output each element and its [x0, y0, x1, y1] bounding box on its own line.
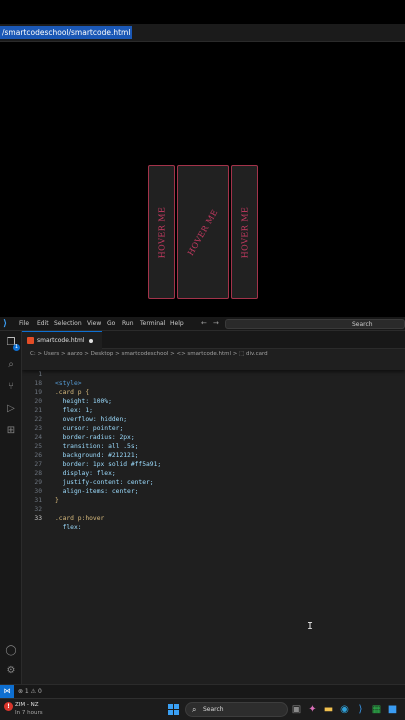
code-line-current[interactable]: 33 flex:: [22, 505, 405, 531]
forward-arrow-icon[interactable]: →: [213, 319, 219, 327]
menu-edit[interactable]: Edit: [37, 320, 49, 328]
code-line[interactable]: 28 justify-content: center;: [22, 460, 405, 486]
task-view-icon[interactable]: ▣: [290, 703, 303, 716]
vscode-taskbar-icon[interactable]: ⟩: [354, 703, 367, 716]
breadcrumb[interactable]: C: > Users > aarzo > Desktop > smartcode…: [22, 349, 405, 360]
code-line[interactable]: 20 flex: 1;: [22, 388, 405, 414]
card-label: HOVER ME: [240, 206, 250, 258]
code-line[interactable]: 21 overflow: hidden;: [22, 397, 405, 423]
vscode-window: ⟩ File Edit Selection View Go Run Termin…: [0, 317, 405, 698]
code-line[interactable]: 22 cursor: pointer;: [22, 406, 405, 432]
search-icon: ⌕: [192, 705, 197, 714]
code-line[interactable]: 30 }: [22, 478, 405, 504]
taskbar-search[interactable]: ⌕ Search: [185, 702, 288, 717]
code-line[interactable]: 1 <style>: [22, 361, 405, 387]
code-line[interactable]: 24 transition: all .5s;: [22, 424, 405, 450]
activity-bar: ❐ 1 ⌕ ⑂ ▷ ⊞ ◯ ⚙: [0, 331, 22, 684]
problems-count[interactable]: ⊗ 1 ⚠ 0: [18, 687, 42, 696]
code-line[interactable]: 25 background: #212121;: [22, 433, 405, 459]
code-line[interactable]: 32 .card p:hover: [22, 496, 405, 522]
taskbar-search-label: Search: [203, 706, 224, 713]
menu-help[interactable]: Help: [170, 320, 184, 328]
card-label: HOVER ME: [157, 206, 167, 258]
menu-selection[interactable]: Selection: [54, 320, 82, 328]
menu-go[interactable]: Go: [107, 320, 115, 328]
weather-title[interactable]: ZIM - NZ: [15, 701, 39, 709]
app-icon[interactable]: ■: [386, 703, 399, 716]
search-icon[interactable]: ⌕: [5, 359, 17, 371]
code-editor[interactable]: 1 <style> 18 .card p { 19 height: 100%; …: [22, 361, 405, 684]
account-icon[interactable]: ◯: [5, 645, 17, 657]
tab-label: smartcode.html: [37, 337, 85, 344]
text-cursor-icon: I: [307, 621, 314, 632]
code-line[interactable]: 31: [22, 487, 405, 504]
html-file-icon: [27, 337, 34, 344]
tab-bar: smartcode.html: [22, 331, 405, 349]
code-line[interactable]: 23 border-radius: 2px;: [22, 415, 405, 441]
remote-indicator-icon[interactable]: ⋈: [0, 685, 14, 698]
menu-file[interactable]: File: [19, 320, 29, 328]
code-line[interactable]: 19 height: 100%;: [22, 379, 405, 405]
menu-terminal[interactable]: Terminal: [140, 320, 165, 328]
unsaved-dot-icon[interactable]: [89, 339, 93, 343]
screen: /smartcodeschool/smartcode.html HOVER ME…: [0, 0, 405, 720]
url-text[interactable]: /smartcodeschool/smartcode.html: [0, 26, 133, 39]
hover-card-2[interactable]: HOVER ME: [177, 165, 229, 299]
menu-run[interactable]: Run: [122, 320, 134, 328]
command-search[interactable]: Search: [225, 319, 405, 329]
store-icon[interactable]: ▦: [370, 703, 383, 716]
taskbar: ! ZIM - NZ In 7 hours ⌕ Search ▣ ✦ ▬ ◉ ⟩…: [0, 698, 405, 720]
extensions-icon[interactable]: ⊞: [5, 425, 17, 437]
copilot-icon[interactable]: ✦: [306, 703, 319, 716]
weather-alert-icon[interactable]: !: [4, 702, 13, 711]
status-bar: ⋈ ⊗ 1 ⚠ 0: [0, 684, 405, 698]
vscode-logo-icon: ⟩: [3, 319, 8, 329]
weather-subtitle[interactable]: In 7 hours: [15, 709, 43, 717]
command-search-label: Search: [352, 321, 373, 328]
address-bar[interactable]: /smartcodeschool/smartcode.html: [0, 24, 405, 42]
hover-card-3[interactable]: HOVER ME: [231, 165, 258, 299]
card-label: HOVER ME: [186, 207, 220, 257]
code-line[interactable]: 29 align-items: center;: [22, 469, 405, 495]
code-line[interactable]: 18 .card p {: [22, 370, 405, 396]
windows-start-icon[interactable]: [168, 704, 179, 715]
explorer-icon[interactable]: ❐ 1: [5, 337, 20, 351]
menu-view[interactable]: View: [87, 320, 101, 328]
hover-card-1[interactable]: HOVER ME: [148, 165, 175, 299]
code-line[interactable]: 26 border: 1px solid #ff5a91;: [22, 442, 405, 468]
edge-browser-icon[interactable]: ◉: [338, 703, 351, 716]
file-explorer-icon[interactable]: ▬: [322, 703, 335, 716]
source-control-icon[interactable]: ⑂: [5, 381, 17, 393]
settings-gear-icon[interactable]: ⚙: [5, 665, 17, 677]
tab-smartcode-html[interactable]: smartcode.html: [22, 331, 102, 349]
title-bar: ⟩ File Edit Selection View Go Run Termin…: [0, 317, 405, 331]
code-line[interactable]: 27 display: flex;: [22, 451, 405, 477]
run-debug-icon[interactable]: ▷: [5, 403, 17, 415]
back-arrow-icon[interactable]: ←: [201, 319, 207, 327]
